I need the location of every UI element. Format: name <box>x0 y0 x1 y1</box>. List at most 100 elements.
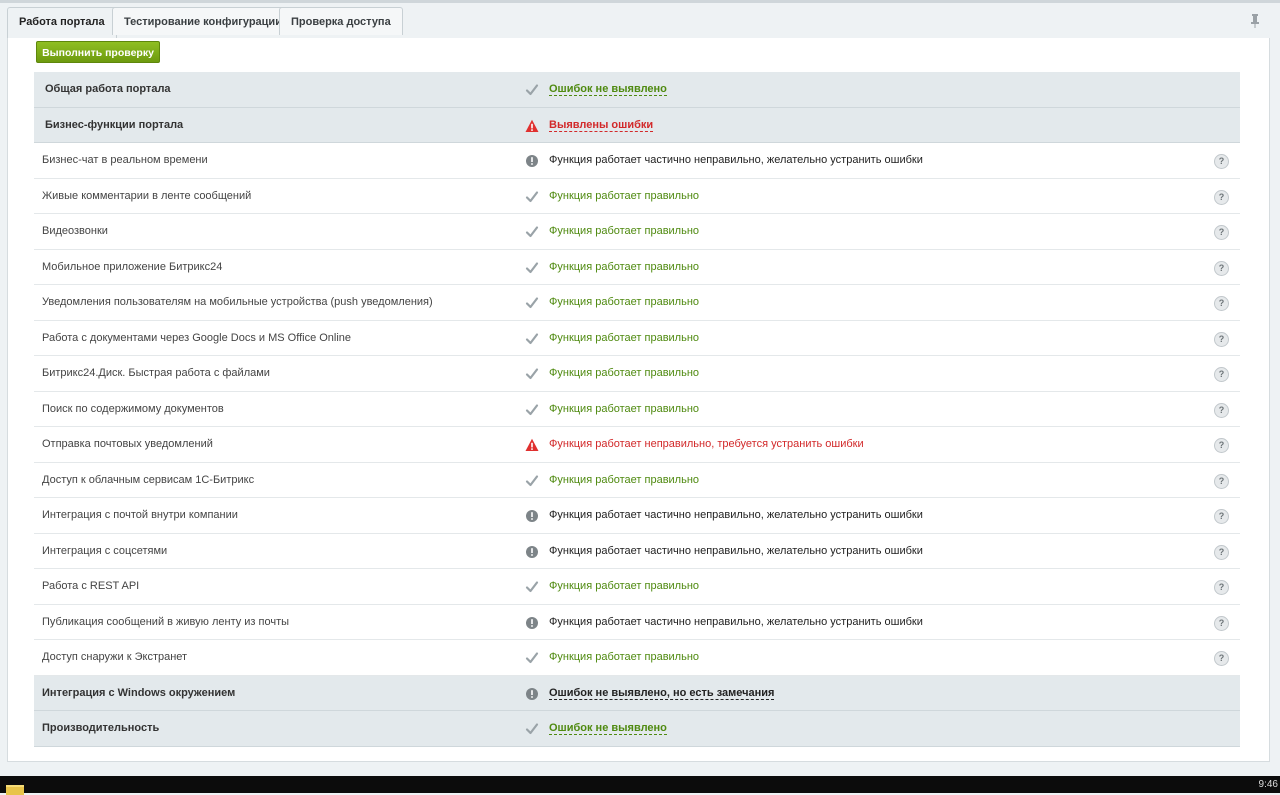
help-icon[interactable]: ? <box>1214 331 1229 347</box>
row-status: Функция работает частично неправильно, ж… <box>549 544 923 557</box>
help-icon[interactable]: ? <box>1214 402 1229 418</box>
table-row: Доступ к облачным сервисам 1С-Битрикс Фун… <box>34 463 1240 498</box>
row-status[interactable]: Ошибок не выявлено <box>549 711 667 746</box>
check-panel: Выполнить проверку Общая работа портала О… <box>7 38 1270 762</box>
check-icon <box>525 580 539 594</box>
status-link[interactable]: Выявлены ошибки <box>549 118 654 132</box>
status-link[interactable]: Ошибок не выявлено <box>549 722 667 735</box>
help-icon[interactable]: ? <box>1214 189 1229 205</box>
table-row: Отправка почтовых уведомлений Функция раб… <box>34 427 1240 463</box>
check-icon <box>525 722 539 736</box>
warning-circle-icon <box>525 687 539 701</box>
status-link[interactable]: Ошибок не выявлено <box>549 83 667 96</box>
table-row: Мобильное приложение Битрикс24 Функция ра… <box>34 250 1240 285</box>
row-name: Интеграция с Windows окружением <box>42 686 236 699</box>
check-icon <box>525 296 539 310</box>
help-icon[interactable]: ? <box>1214 154 1229 169</box>
row-name: Работа с REST API <box>42 580 140 592</box>
row-name: Производительность <box>42 722 160 734</box>
help-icon[interactable]: ? <box>1214 651 1229 666</box>
group-row: Интеграция с Windows окружением Ошибок не… <box>34 675 1240 711</box>
table-row: Публикация сообщений в живую ленту из по… <box>34 605 1240 640</box>
warning-circle-icon <box>525 545 539 559</box>
tab-access-check[interactable]: Проверка доступа <box>279 7 403 35</box>
check-icon <box>525 367 539 381</box>
row-status: Функция работает правильно <box>549 402 700 415</box>
row-status: Функция работает правильно <box>549 260 700 273</box>
row-name: Бизнес-чат в реальном времени <box>42 154 208 166</box>
table-row: Видеозвонки Функция работает правильно? <box>34 214 1240 250</box>
table-row: Интеграция с соцсетями Функция работает ч… <box>34 534 1240 569</box>
table-row: Работа с документами через Google Docs и… <box>34 321 1240 356</box>
row-name: Общая работа портала <box>45 83 171 95</box>
row-name: Публикация сообщений в живую ленту из по… <box>42 615 290 628</box>
table-row: Битрикс24.Диск. Быстрая работа с файлами… <box>34 356 1240 392</box>
table-row: Интеграция с почтой внутри компании Функц… <box>34 498 1240 534</box>
error-triangle-icon <box>525 438 539 452</box>
group-row: Общая работа портала Ошибок не выявлено <box>34 72 1240 108</box>
taskbar: 9:46 <box>0 776 1280 795</box>
row-status: Функция работает частично неправильно, ж… <box>549 615 923 628</box>
row-name: Работа с документами через Google Docs и… <box>42 331 352 344</box>
group-row: Бизнес-функции портала Выявлены ошибки <box>34 107 1240 143</box>
table-row: Поиск по содержимому документов Функция р… <box>34 392 1240 427</box>
help-icon[interactable]: ? <box>1214 260 1229 276</box>
help-icon[interactable]: ? <box>1214 509 1229 524</box>
taskbar-clock: 9:46 <box>1258 779 1278 790</box>
warning-circle-icon <box>525 616 539 630</box>
row-status: Функция работает частично неправильно, ж… <box>549 509 923 521</box>
row-name: Интеграция с почтой внутри компании <box>42 509 238 521</box>
check-icon <box>525 651 539 665</box>
row-status: Функция работает правильно <box>549 580 700 592</box>
table-row: Живые комментарии в ленте сообщений Функц… <box>34 179 1240 214</box>
row-status[interactable]: Ошибок не выявлено <box>549 72 667 107</box>
help-icon[interactable]: ? <box>1214 367 1229 382</box>
table-row: Бизнес-чат в реальном времени Функция раб… <box>34 143 1240 179</box>
pin-icon[interactable] <box>1248 13 1262 29</box>
row-name: Поиск по содержимому документов <box>42 402 224 415</box>
row-status[interactable]: Выявлены ошибки <box>549 108 654 143</box>
help-icon[interactable]: ? <box>1214 580 1229 595</box>
help-icon[interactable]: ? <box>1214 473 1229 489</box>
group-row: Производительность Ошибок не выявлено <box>34 711 1240 747</box>
row-name: Живые комментарии в ленте сообщений <box>42 189 252 202</box>
row-name: Доступ к облачным сервисам 1С-Битрикс <box>42 473 255 486</box>
row-status: Функция работает правильно <box>549 225 700 237</box>
row-name: Уведомления пользователям на мобильные у… <box>42 296 433 308</box>
row-status: Функция работает частично неправильно, ж… <box>549 154 923 166</box>
tab-config-testing[interactable]: Тестирование конфигурации <box>112 7 294 35</box>
warning-circle-icon <box>525 154 539 168</box>
status-link[interactable]: Ошибок не выявлено, но есть замечания <box>549 686 775 700</box>
check-icon <box>525 190 539 204</box>
help-icon[interactable]: ? <box>1214 544 1229 560</box>
tab-bar: Работа портала Тестирование конфигурации… <box>0 3 1280 38</box>
row-name: Мобильное приложение Битрикс24 <box>42 260 223 273</box>
help-icon[interactable]: ? <box>1214 225 1229 240</box>
row-status: Функция работает правильно <box>549 296 700 308</box>
row-name: Доступ снаружи к Экстранет <box>42 651 188 663</box>
row-name: Видеозвонки <box>42 225 108 237</box>
tab-portal-work[interactable]: Работа портала <box>7 7 117 38</box>
check-results-table: Общая работа портала Ошибок не выявлено Би… <box>34 72 1240 747</box>
folder-icon[interactable] <box>6 785 24 795</box>
row-name: Бизнес-функции портала <box>45 118 184 131</box>
error-triangle-icon <box>525 119 539 133</box>
help-icon[interactable]: ? <box>1214 438 1229 453</box>
row-status: Функция работает правильно <box>549 331 700 344</box>
table-row: Доступ снаружи к Экстранет Функция работа… <box>34 640 1240 676</box>
row-status: Функция работает неправильно, требуется … <box>549 438 864 450</box>
row-name: Интеграция с соцсетями <box>42 544 168 557</box>
check-icon <box>525 403 539 417</box>
check-icon <box>525 83 539 97</box>
row-status: Функция работает правильно <box>549 367 700 379</box>
row-name: Отправка почтовых уведомлений <box>42 438 213 450</box>
help-icon[interactable]: ? <box>1214 615 1229 631</box>
help-icon[interactable]: ? <box>1214 296 1229 311</box>
row-name: Битрикс24.Диск. Быстрая работа с файлами <box>42 367 270 379</box>
warning-circle-icon <box>525 509 539 523</box>
row-status: Функция работает правильно <box>549 189 700 202</box>
check-icon <box>525 474 539 488</box>
row-status[interactable]: Ошибок не выявлено, но есть замечания <box>549 676 775 711</box>
run-check-button[interactable]: Выполнить проверку <box>36 41 160 63</box>
check-icon <box>525 332 539 346</box>
